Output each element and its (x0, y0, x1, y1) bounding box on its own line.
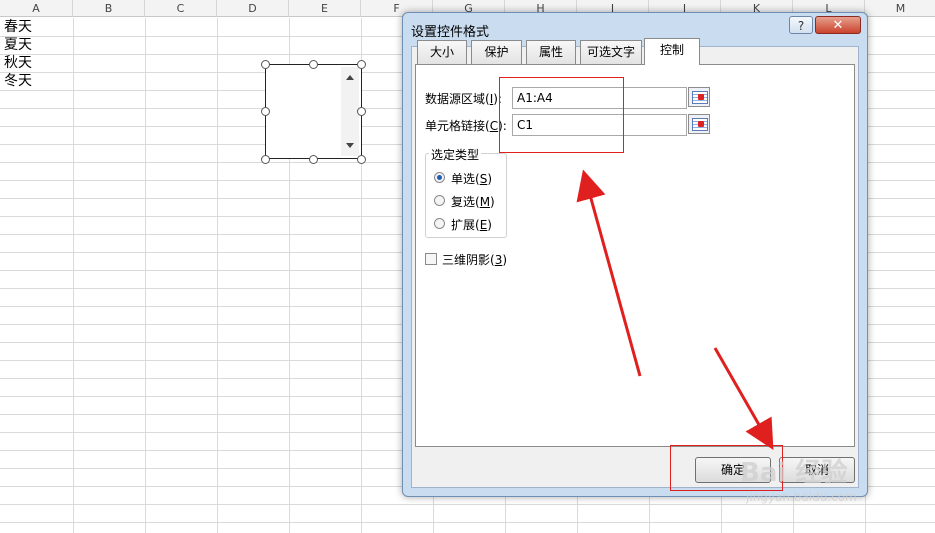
list-box-control[interactable] (265, 64, 362, 159)
range-select-marker-icon (698, 121, 704, 127)
column-header-c[interactable]: C (145, 0, 217, 17)
cell-link-select-button[interactable] (688, 114, 710, 134)
gridline (0, 504, 935, 505)
column-header-m[interactable]: M (865, 0, 935, 17)
gridline (73, 18, 74, 533)
radio-single[interactable] (434, 172, 445, 183)
resize-handle-e[interactable] (357, 107, 366, 116)
gridline (217, 18, 218, 533)
tab-properties[interactable]: 属性 (526, 40, 576, 64)
cancel-button[interactable]: 取消 (779, 457, 855, 483)
input-range-field[interactable]: A1:A4 (512, 87, 687, 109)
radio-multi-label[interactable]: 复选(M) (451, 193, 495, 210)
cell-link-field[interactable]: C1 (512, 114, 687, 136)
radio-single-label[interactable]: 单选(S) (451, 170, 492, 187)
selection-type-title: 选定类型 (429, 146, 482, 163)
resize-handle-s[interactable] (309, 155, 318, 164)
input-range-label: 数据源区域(I): (425, 92, 502, 106)
tab-protection[interactable]: 保护 (471, 40, 522, 64)
3d-shading-checkbox[interactable] (425, 253, 437, 265)
cell-a4[interactable]: 冬天 (4, 72, 32, 90)
cell-a1[interactable]: 春天 (4, 18, 32, 36)
resize-handle-ne[interactable] (357, 60, 366, 69)
column-header-d[interactable]: D (217, 0, 289, 17)
column-header-e[interactable]: E (289, 0, 361, 17)
help-button[interactable]: ? (789, 16, 813, 34)
resize-handle-w[interactable] (261, 107, 270, 116)
cell-link-label: 单元格链接(C): (425, 119, 507, 133)
scroll-down-icon[interactable] (346, 143, 354, 148)
close-button[interactable]: ✕ (815, 16, 861, 34)
ok-button[interactable]: 确定 (695, 457, 771, 483)
cell-a3[interactable]: 秋天 (4, 54, 32, 72)
input-range-select-button[interactable] (688, 87, 710, 107)
resize-handle-nw[interactable] (261, 60, 270, 69)
resize-handle-se[interactable] (357, 155, 366, 164)
tab-alt-text[interactable]: 可选文字 (580, 40, 642, 64)
tab-control[interactable]: 控制 (644, 38, 700, 65)
gridline (0, 522, 935, 523)
column-header-b[interactable]: B (73, 0, 145, 17)
gridline (145, 18, 146, 533)
range-select-marker-icon (698, 94, 704, 100)
resize-handle-sw[interactable] (261, 155, 270, 164)
tab-size[interactable]: 大小 (417, 40, 467, 64)
dialog-title: 设置控件格式 (411, 25, 490, 40)
column-header-a[interactable]: A (0, 0, 73, 17)
cell-a2[interactable]: 夏天 (4, 36, 32, 54)
radio-extend[interactable] (434, 218, 445, 229)
radio-multi[interactable] (434, 195, 445, 206)
resize-handle-n[interactable] (309, 60, 318, 69)
3d-shading-label[interactable]: 三维阴影(3) (442, 251, 507, 268)
scroll-up-icon[interactable] (346, 75, 354, 80)
radio-extend-label[interactable]: 扩展(E) (451, 216, 492, 233)
